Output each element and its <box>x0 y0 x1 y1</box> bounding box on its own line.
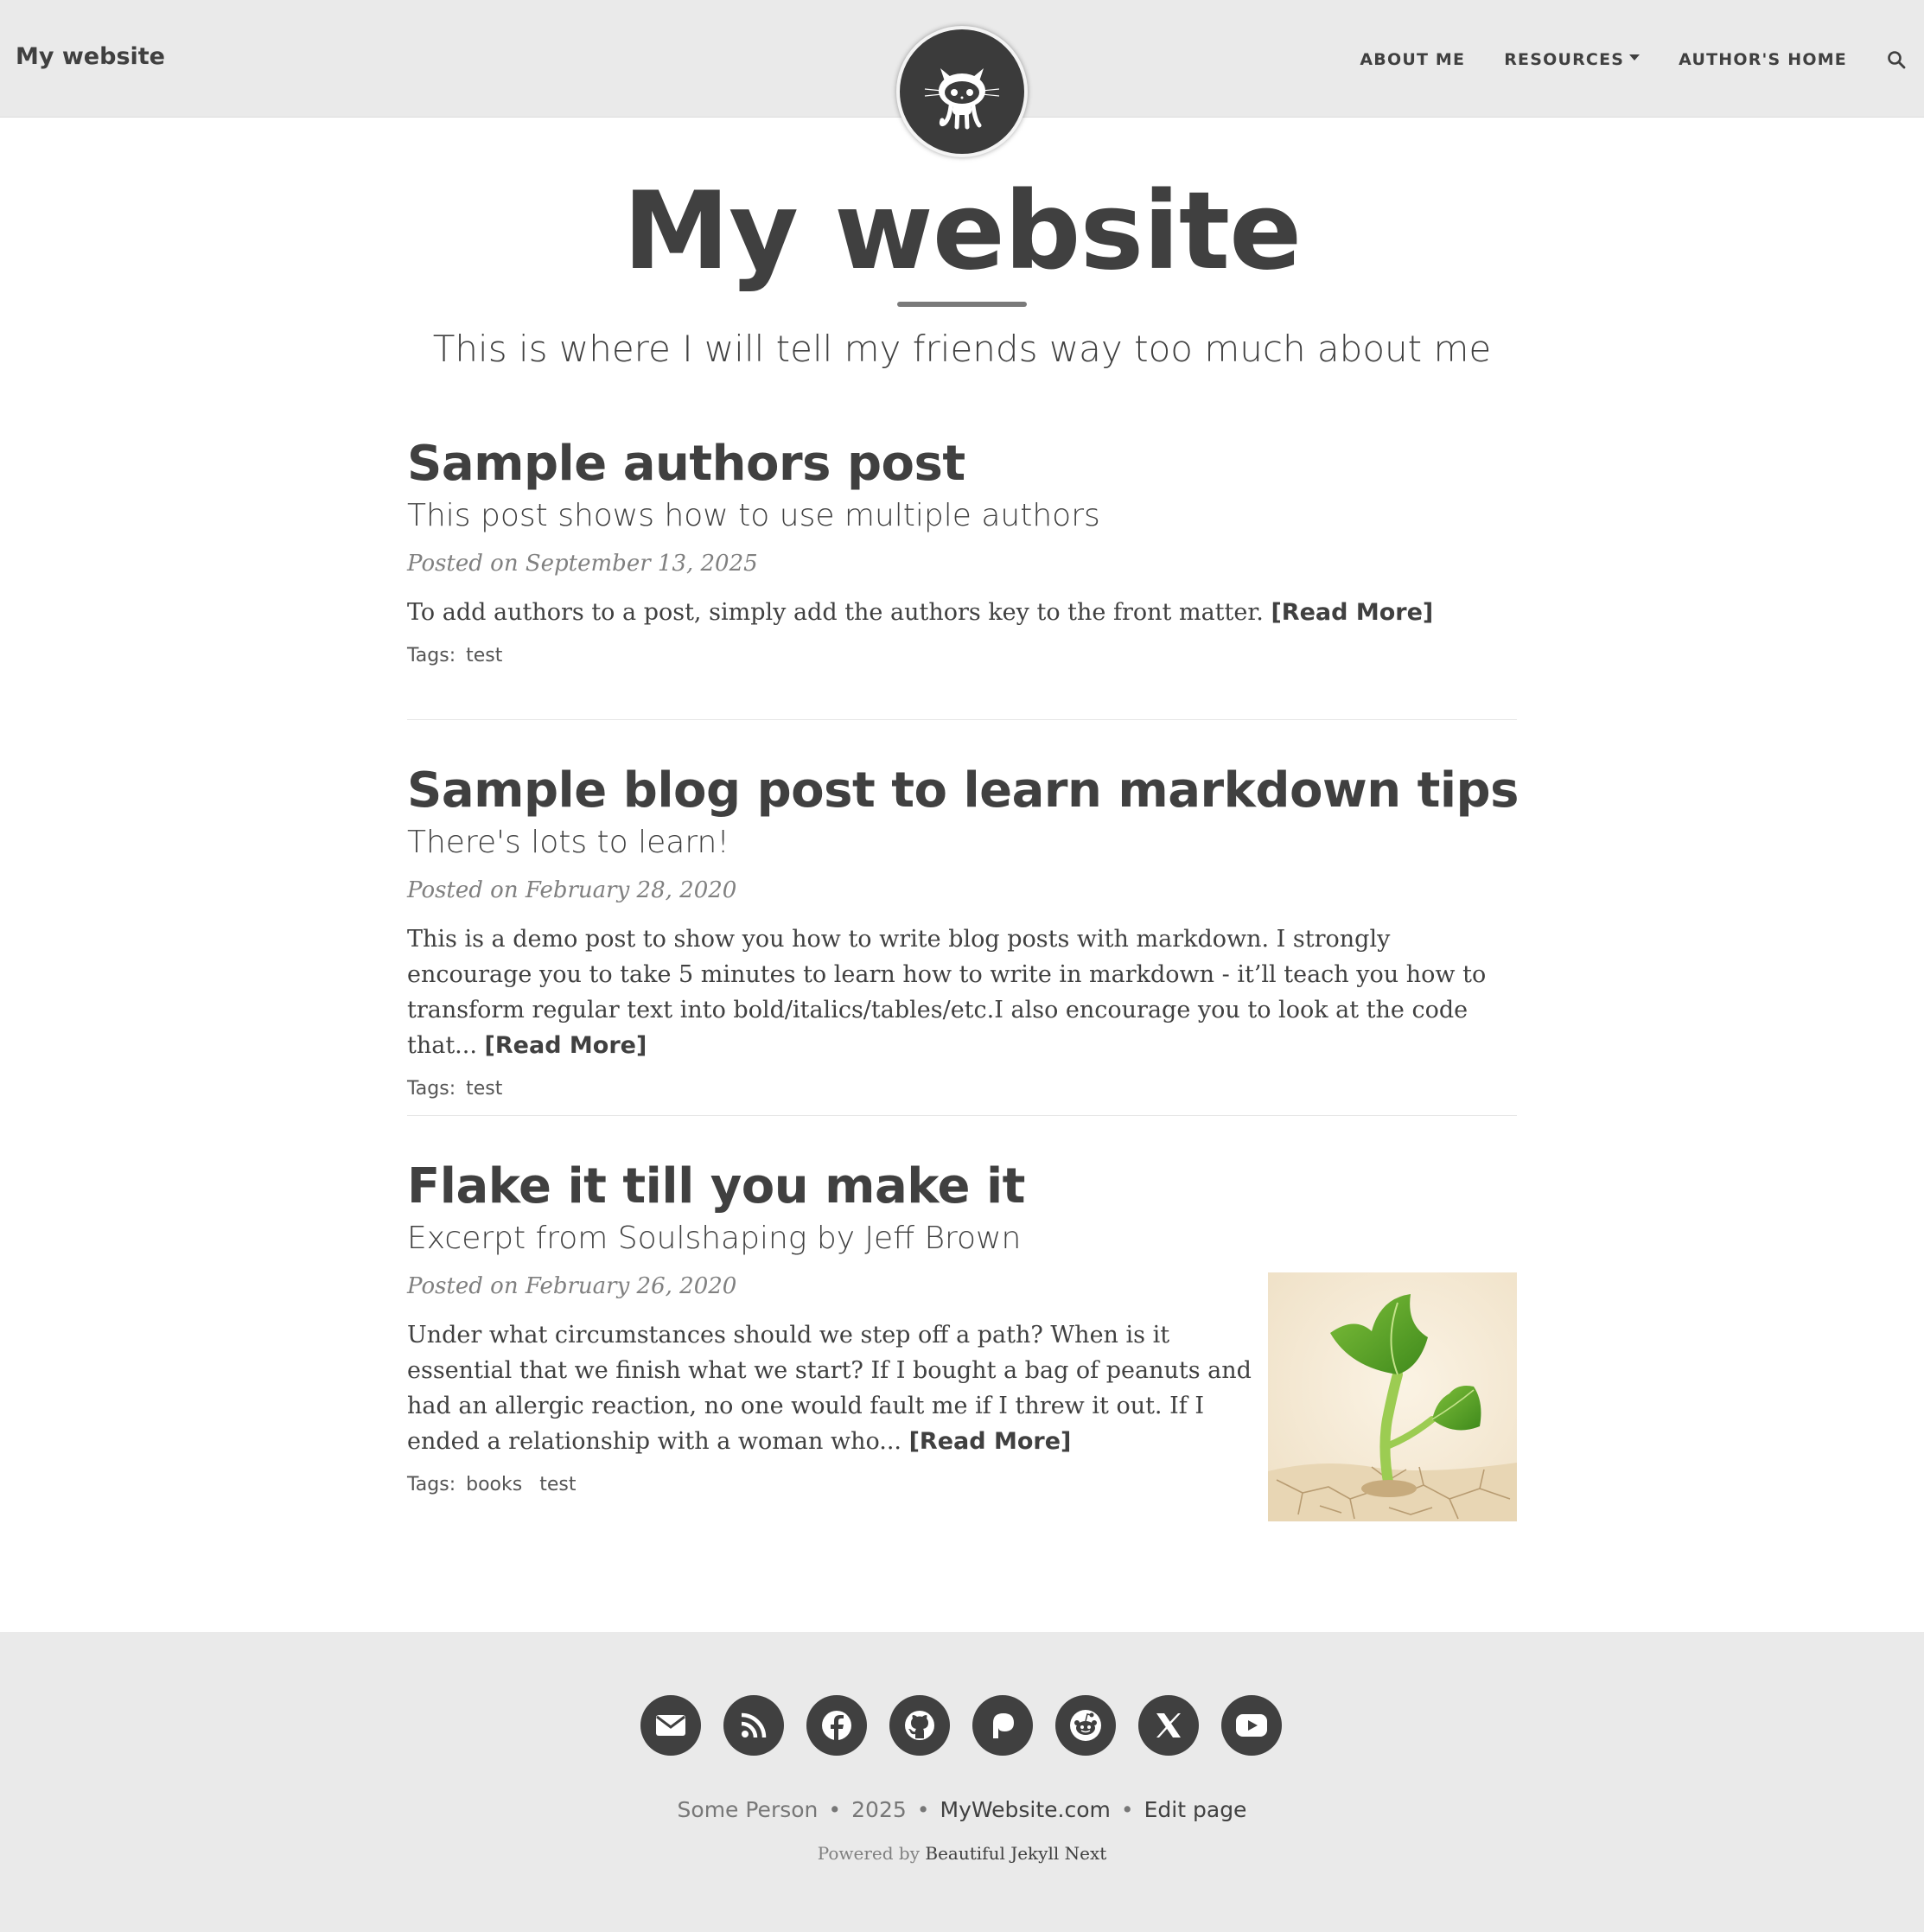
patreon-icon[interactable] <box>972 1695 1033 1756</box>
post-thumbnail-image[interactable] <box>1268 1272 1517 1521</box>
separator: • <box>828 1797 842 1822</box>
post-excerpt-text: Under what circumstances should we step … <box>407 1322 1252 1455</box>
post-tags: Tags: test <box>407 1075 1517 1103</box>
tag-link[interactable]: test <box>466 1078 502 1100</box>
powered-by-prefix: Powered by <box>817 1843 921 1864</box>
navbar-brand[interactable]: My website <box>16 43 165 70</box>
tag-link[interactable]: test <box>539 1474 576 1495</box>
nav-link-resources-label: RESOURCES <box>1504 50 1625 69</box>
tags-label: Tags: <box>407 1078 456 1100</box>
post-subtitle[interactable]: There's lots to learn! <box>407 823 1517 863</box>
footer-site-link[interactable]: MyWebsite.com <box>940 1797 1111 1822</box>
x-icon[interactable] <box>1138 1695 1199 1756</box>
post-divider <box>407 719 1517 720</box>
youtube-icon[interactable] <box>1221 1695 1282 1756</box>
edit-page-link[interactable]: Edit page <box>1144 1797 1247 1822</box>
search-icon[interactable] <box>1886 49 1907 70</box>
github-icon[interactable] <box>889 1695 950 1756</box>
github-octocat-icon <box>924 68 1000 130</box>
chevron-down-icon <box>1629 54 1640 61</box>
nav-links: ABOUT ME RESOURCES AUTHOR'S HOME <box>1360 48 1924 72</box>
tag-link[interactable]: books <box>466 1474 522 1495</box>
post-meta: Posted on February 28, 2020 <box>407 877 737 903</box>
nav-link-about-me[interactable]: ABOUT ME <box>1360 50 1465 69</box>
post-preview: Sample blog post to learn markdown tips … <box>407 761 1519 1103</box>
footer-author: Some Person <box>677 1797 819 1822</box>
footer-year: 2025 <box>851 1797 907 1822</box>
post-subtitle[interactable]: This post shows how to use multiple auth… <box>407 496 1517 536</box>
post-link[interactable]: Sample blog post to learn markdown tips … <box>407 761 1519 863</box>
separator: • <box>916 1797 930 1822</box>
page-title: My website <box>622 169 1303 294</box>
post-title[interactable]: Sample blog post to learn markdown tips <box>407 761 1519 821</box>
post-title[interactable]: Flake it till you make it <box>407 1157 1517 1217</box>
rss-icon[interactable] <box>723 1695 784 1756</box>
footer: Some Person • 2025 • MyWebsite.com • Edit page… <box>0 1632 1924 1932</box>
post-excerpt: To add authors to a post, simply add the… <box>407 595 1517 630</box>
post-link[interactable]: Sample authors post This post shows how … <box>407 434 1517 536</box>
facebook-icon[interactable] <box>806 1695 867 1756</box>
tags-label: Tags: <box>407 645 456 666</box>
read-more-link[interactable]: [Read More] <box>1271 599 1433 626</box>
powered-by-line: Powered by Beautiful Jekyll Next <box>0 1843 1924 1864</box>
tags-label: Tags: <box>407 1474 456 1495</box>
page-subtitle: This is where I will tell my friends way… <box>432 328 1492 370</box>
reddit-icon[interactable] <box>1055 1695 1116 1756</box>
post-meta: Posted on September 13, 2025 <box>407 551 758 577</box>
footer-copyright-line: Some Person • 2025 • MyWebsite.com • Edit page <box>0 1797 1924 1822</box>
read-more-link[interactable]: [Read More] <box>485 1032 647 1059</box>
nav-link-resources[interactable]: RESOURCES <box>1504 50 1640 69</box>
post-divider <box>407 1115 1517 1116</box>
post-title[interactable]: Sample authors post <box>407 434 1517 494</box>
post-subtitle[interactable]: Excerpt from Soulshaping by Jeff Brown <box>407 1219 1517 1259</box>
separator: • <box>1120 1797 1134 1822</box>
post-excerpt: Under what circumstances should we step … <box>407 1317 1258 1459</box>
nav-link-authors-home[interactable]: AUTHOR'S HOME <box>1679 50 1847 69</box>
read-more-link[interactable]: [Read More] <box>909 1428 1072 1455</box>
tag-link[interactable]: test <box>466 645 502 666</box>
social-links <box>640 1695 1304 1756</box>
post-excerpt-text: To add authors to a post, simply add the… <box>407 599 1264 626</box>
title-divider <box>897 302 1027 307</box>
email-icon[interactable] <box>640 1695 701 1756</box>
avatar[interactable] <box>896 26 1028 157</box>
theme-link[interactable]: Beautiful Jekyll Next <box>925 1843 1106 1864</box>
post-tags: Tags: test <box>407 642 1517 670</box>
post-link[interactable]: Flake it till you make it Excerpt from S… <box>407 1157 1517 1259</box>
post-preview: Sample authors post This post shows how … <box>407 434 1517 670</box>
post-excerpt: This is a demo post to show you how to w… <box>407 921 1517 1063</box>
